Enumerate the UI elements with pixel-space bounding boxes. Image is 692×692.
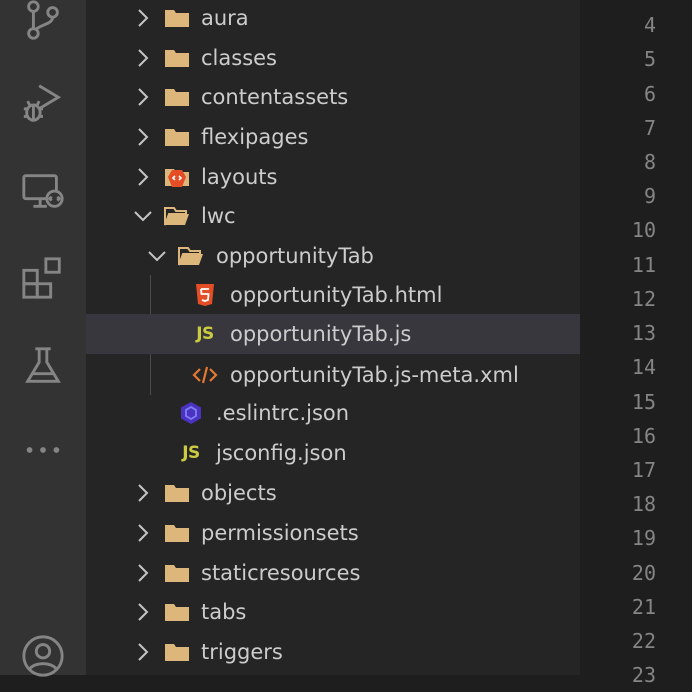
source-control-icon[interactable] <box>17 0 69 46</box>
tree-item-label: objects <box>201 481 277 505</box>
layouts-folder-icon <box>164 165 190 189</box>
line-number: 16 <box>631 424 656 448</box>
explorer-tree: aura classes contentassets flexipages la… <box>86 0 580 675</box>
line-number: 23 <box>631 663 656 687</box>
folder-icon <box>164 481 190 505</box>
folder-icon <box>164 46 190 70</box>
tree-item-lwc[interactable]: lwc <box>86 196 580 236</box>
folder-icon <box>164 125 190 149</box>
tree-item-label: layouts <box>201 165 278 189</box>
account-icon[interactable] <box>17 630 69 682</box>
line-number: 20 <box>631 561 656 585</box>
line-number: 10 <box>631 218 656 242</box>
html-file-icon <box>192 283 218 307</box>
tree-item-label: triggers <box>201 640 283 664</box>
javascript-file-icon: JS <box>196 324 214 344</box>
folder-icon <box>164 561 190 585</box>
line-number: 11 <box>631 253 656 277</box>
tree-item-opportunitytab-meta-xml[interactable]: opportunityTab.js-meta.xml <box>86 355 580 395</box>
chevron-down-icon <box>132 205 154 227</box>
tree-item-label: permissionsets <box>201 521 359 545</box>
tree-item-label: opportunityTab <box>216 244 374 268</box>
line-number: 22 <box>631 629 656 653</box>
chevron-right-icon <box>132 47 154 69</box>
chevron-right-icon <box>132 641 154 663</box>
tree-item-label: contentassets <box>201 85 349 109</box>
tree-item-opportunitytab-html[interactable]: opportunityTab.html <box>86 275 580 315</box>
line-number: 8 <box>643 150 656 174</box>
tree-item-contentassets[interactable]: contentassets <box>86 77 580 117</box>
tree-item-staticresources[interactable]: staticresources <box>86 553 580 593</box>
tree-item-label: tabs <box>201 600 247 624</box>
tree-item-tabs[interactable]: tabs <box>86 592 580 632</box>
tree-item-label: opportunityTab.js <box>230 322 412 346</box>
chevron-right-icon <box>132 601 154 623</box>
tree-item-jsconfig[interactable]: JS jsconfig.json <box>86 433 580 473</box>
line-number: 18 <box>631 492 656 516</box>
tree-item-label: lwc <box>201 204 236 228</box>
chevron-right-icon <box>132 522 154 544</box>
line-number: 21 <box>631 595 656 619</box>
folder-icon <box>164 6 190 30</box>
tree-item-classes[interactable]: classes <box>86 38 580 78</box>
tree-item-opportunitytab-folder[interactable]: opportunityTab <box>86 236 580 276</box>
tree-item-label: jsconfig.json <box>216 441 347 465</box>
folder-icon <box>164 600 190 624</box>
remote-explorer-icon[interactable] <box>17 165 69 217</box>
tree-item-triggers[interactable]: triggers <box>86 632 580 672</box>
folder-open-icon <box>164 204 190 228</box>
tree-item-label: staticresources <box>201 561 361 585</box>
tree-item-aura[interactable]: aura <box>86 0 580 38</box>
line-number: 19 <box>631 526 656 550</box>
tree-item-permissionsets[interactable]: permissionsets <box>86 513 580 553</box>
chevron-right-icon <box>132 86 154 108</box>
folder-icon <box>164 640 190 664</box>
line-number: 12 <box>631 287 656 311</box>
line-number: 9 <box>643 184 656 208</box>
folder-open-icon <box>178 244 204 268</box>
line-number: 7 <box>643 116 656 140</box>
folder-icon <box>164 85 190 109</box>
chevron-right-icon <box>132 166 154 188</box>
chevron-right-icon <box>132 7 154 29</box>
line-number: 15 <box>631 390 656 414</box>
tree-item-label: opportunityTab.js-meta.xml <box>230 363 519 387</box>
chevron-right-icon <box>132 126 154 148</box>
tree-item-label: .eslintrc.json <box>216 401 350 425</box>
tree-item-opportunitytab-js[interactable]: JS opportunityTab.js <box>86 314 580 354</box>
run-debug-icon[interactable] <box>17 77 69 129</box>
tree-item-label: flexipages <box>201 125 309 149</box>
folder-icon <box>164 521 190 545</box>
tree-item-flexipages[interactable]: flexipages <box>86 117 580 157</box>
activity-bar <box>0 0 86 677</box>
extensions-icon[interactable] <box>17 252 69 304</box>
eslint-file-icon <box>178 401 204 425</box>
tree-item-label: aura <box>201 6 249 30</box>
line-number: 13 <box>631 321 656 345</box>
tree-item-layouts[interactable]: layouts <box>86 157 580 197</box>
line-number: 14 <box>631 355 656 379</box>
jsconfig-file-icon: JS <box>182 443 200 463</box>
line-number: 5 <box>643 47 656 71</box>
tree-item-label: opportunityTab.html <box>230 283 443 307</box>
xml-file-icon <box>192 363 218 387</box>
testing-icon[interactable] <box>17 340 69 392</box>
chevron-right-icon <box>132 482 154 504</box>
line-number: 6 <box>643 82 656 106</box>
chevron-down-icon <box>146 245 168 267</box>
tree-item-label: classes <box>201 46 277 70</box>
line-number-gutter: 4 5 6 7 8 9 10 11 12 13 14 15 16 17 18 1… <box>580 0 692 687</box>
line-number: 17 <box>631 458 656 482</box>
tree-item-objects[interactable]: objects <box>86 473 580 513</box>
chevron-right-icon <box>132 562 154 584</box>
line-number: 4 <box>643 13 656 37</box>
more-icon[interactable] <box>17 424 69 476</box>
tree-item-eslintrc[interactable]: .eslintrc.json <box>86 393 580 433</box>
